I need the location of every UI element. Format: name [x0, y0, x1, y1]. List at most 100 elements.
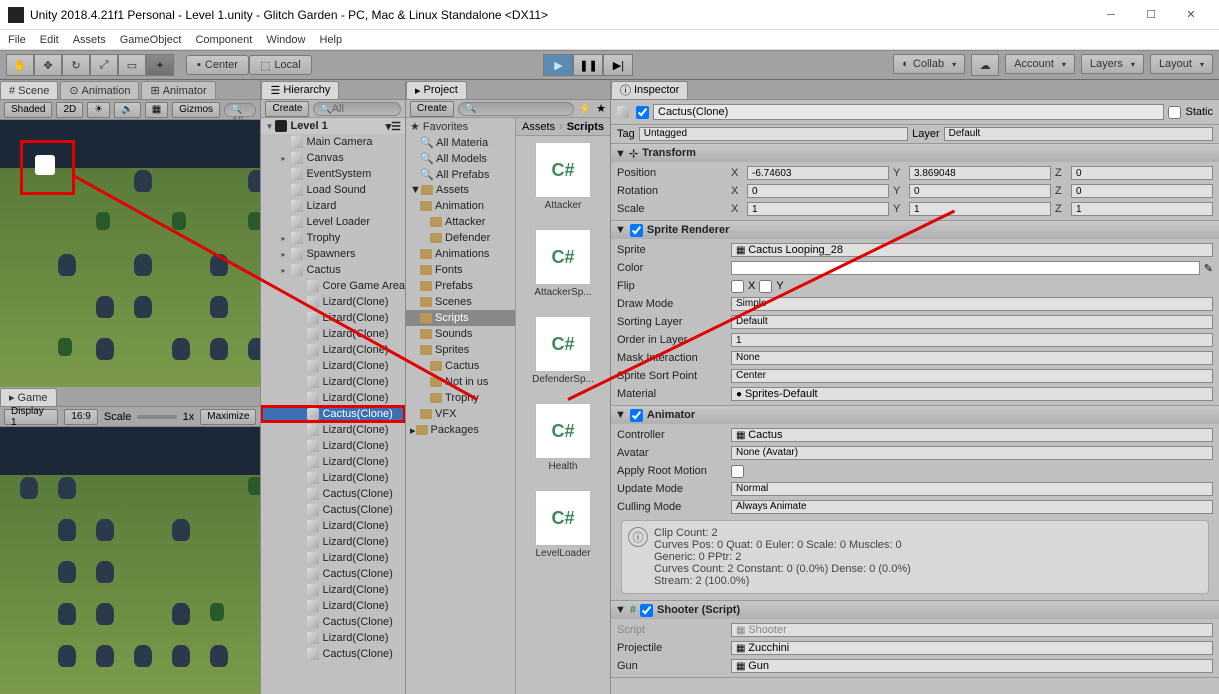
avatar-field[interactable]: None (Avatar)	[731, 446, 1213, 460]
sprite-field[interactable]: ▦ Cactus Looping_28	[731, 243, 1213, 257]
play-button[interactable]: ▶	[543, 54, 573, 76]
folder-item[interactable]: Scenes	[406, 294, 515, 310]
folder-item[interactable]: Animation	[406, 198, 515, 214]
eyedropper-icon[interactable]: ✎	[1204, 262, 1213, 275]
hierarchy-tab[interactable]: ☰ Hierarchy	[261, 81, 339, 99]
tree-row[interactable]: EventSystem	[261, 166, 405, 182]
shooter-header[interactable]: ▼ # Shooter (Script)	[611, 601, 1219, 619]
folder-item[interactable]: Prefabs	[406, 278, 515, 294]
folder-item[interactable]: Not in us	[406, 374, 515, 390]
tree-row[interactable]: Lizard(Clone)	[261, 310, 405, 326]
pos-x[interactable]	[747, 166, 889, 180]
fx-toggle[interactable]: ▦	[145, 102, 168, 118]
step-button[interactable]: ▶|	[603, 54, 633, 76]
layers-dropdown[interactable]: Layers	[1081, 54, 1144, 74]
tree-row[interactable]: Lizard(Clone)	[261, 454, 405, 470]
tree-row[interactable]: Lizard(Clone)	[261, 422, 405, 438]
scl-z[interactable]	[1071, 202, 1213, 216]
tree-row[interactable]: Lizard	[261, 198, 405, 214]
hierarchy-create[interactable]: Create	[265, 101, 309, 117]
tree-row[interactable]: Level Loader	[261, 214, 405, 230]
folder-item[interactable]: 🔍 All Models	[406, 150, 515, 166]
tree-row[interactable]: Lizard(Clone)	[261, 358, 405, 374]
folder-item[interactable]: Scripts	[406, 310, 515, 326]
project-folder-tree[interactable]: ★ Favorites 🔍 All Materia 🔍 All Models 🔍…	[406, 118, 516, 694]
folder-item[interactable]: Trophy	[406, 390, 515, 406]
tree-row[interactable]: Cactus(Clone)	[261, 502, 405, 518]
transform-header[interactable]: ▼ ⊹ Transform	[611, 144, 1219, 162]
folder-item[interactable]: 🔍 All Prefabs	[406, 166, 515, 182]
menu-gameobject[interactable]: GameObject	[120, 34, 182, 46]
pause-button[interactable]: ❚❚	[573, 54, 603, 76]
star-icon[interactable]: ★	[596, 102, 606, 115]
static-checkbox[interactable]	[1168, 106, 1181, 119]
tree-row[interactable]: Core Game Area	[261, 278, 405, 294]
maximize-button[interactable]: Maximize	[200, 409, 256, 425]
tree-row[interactable]: Lizard(Clone)	[261, 342, 405, 358]
tree-row[interactable]: ▸Cactus	[261, 262, 405, 278]
tree-row[interactable]: Lizard(Clone)	[261, 534, 405, 550]
breadcrumb-assets[interactable]: Assets	[522, 121, 555, 133]
pivot-button[interactable]: ▪ Center	[186, 55, 249, 75]
project-tab[interactable]: ▸ Project	[406, 81, 467, 99]
menu-file[interactable]: File	[8, 34, 26, 46]
rot-z[interactable]	[1071, 184, 1213, 198]
rot-y[interactable]	[909, 184, 1051, 198]
order-field[interactable]	[731, 333, 1213, 347]
scene-view[interactable]	[0, 120, 260, 387]
tree-row[interactable]: Lizard(Clone)	[261, 630, 405, 646]
inspector-tab[interactable]: ⓘ Inspector	[611, 81, 688, 99]
drawmode-field[interactable]: Simple	[731, 297, 1213, 311]
folder-item[interactable]: VFX	[406, 406, 515, 422]
breadcrumb[interactable]: Assets › Scripts	[516, 118, 610, 136]
material-field[interactable]: ● Sprites-Default	[731, 387, 1213, 401]
folder-item[interactable]: Cactus	[406, 358, 515, 374]
asset-item[interactable]: C#DefenderSp...	[522, 316, 604, 385]
tag-dropdown[interactable]: Untagged	[639, 127, 908, 141]
tree-row[interactable]: Lizard(Clone)	[261, 390, 405, 406]
tree-row[interactable]: Lizard(Clone)	[261, 582, 405, 598]
layout-dropdown[interactable]: Layout	[1150, 54, 1213, 74]
account-dropdown[interactable]: Account	[1005, 54, 1075, 74]
hierarchy-search[interactable]: 🔍All	[313, 102, 401, 116]
asset-item[interactable]: C#Health	[522, 403, 604, 472]
collab-dropdown[interactable]: ◐ Collab	[893, 54, 965, 74]
tree-row[interactable]: Main Camera	[261, 134, 405, 150]
tree-row[interactable]: Lizard(Clone)	[261, 326, 405, 342]
folder-item[interactable]: ▼Assets	[406, 182, 515, 198]
tree-row[interactable]: Lizard(Clone)	[261, 294, 405, 310]
scene-search[interactable]: 🔍All	[224, 103, 256, 117]
menu-window[interactable]: Window	[266, 34, 305, 46]
updatemode-field[interactable]: Normal	[731, 482, 1213, 496]
move-tool[interactable]: ✥	[34, 54, 62, 76]
tree-row[interactable]: ▸Canvas	[261, 150, 405, 166]
hierarchy-root[interactable]: ▼ Level 1 ▾☰	[261, 118, 405, 134]
scale-slider[interactable]	[137, 415, 176, 419]
sortlayer-field[interactable]: Default	[731, 315, 1213, 329]
projectile-field[interactable]: ▦ Zucchini	[731, 641, 1213, 655]
folder-item[interactable]: Sounds	[406, 326, 515, 342]
menu-edit[interactable]: Edit	[40, 34, 59, 46]
object-name-field[interactable]	[653, 104, 1164, 120]
pos-y[interactable]	[909, 166, 1051, 180]
tree-row[interactable]: Load Sound	[261, 182, 405, 198]
tree-row[interactable]: Lizard(Clone)	[261, 438, 405, 454]
flip-x[interactable]	[731, 280, 744, 293]
light-toggle[interactable]: ☀	[87, 102, 110, 118]
shaded-dropdown[interactable]: Shaded	[4, 102, 52, 118]
project-create[interactable]: Create	[410, 101, 454, 117]
rot-x[interactable]	[747, 184, 889, 198]
tree-row[interactable]: Cactus(Clone)	[261, 486, 405, 502]
color-field[interactable]	[731, 261, 1200, 275]
gun-field[interactable]: ▦ Gun	[731, 659, 1213, 673]
folder-item[interactable]: Animations	[406, 246, 515, 262]
asset-item[interactable]: C#LevelLoader	[522, 490, 604, 559]
menu-component[interactable]: Component	[195, 34, 252, 46]
scl-x[interactable]	[747, 202, 889, 216]
tree-row[interactable]: Cactus(Clone)	[261, 646, 405, 662]
audio-toggle[interactable]: 🔊	[114, 102, 140, 118]
folder-item[interactable]: Defender	[406, 230, 515, 246]
space-button[interactable]: ⬚ Local	[249, 55, 312, 75]
hierarchy-tree[interactable]: ▼ Level 1 ▾☰ Main Camera▸CanvasEventSyst…	[261, 118, 405, 694]
2d-toggle[interactable]: 2D	[56, 102, 83, 118]
